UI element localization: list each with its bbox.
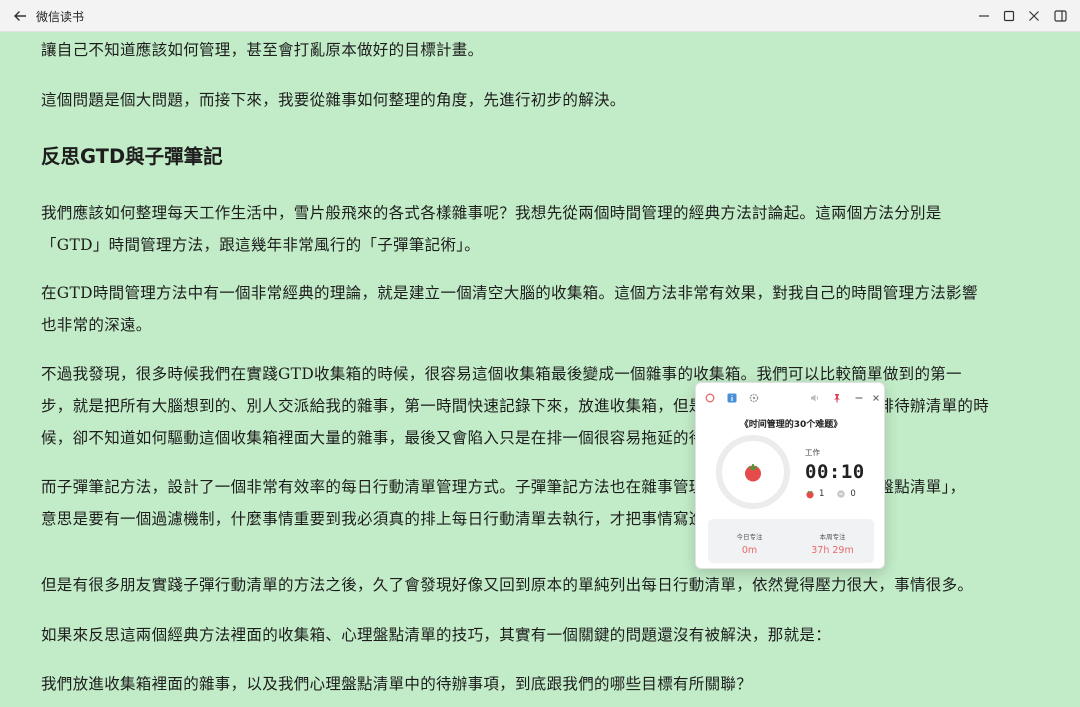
settings-icon[interactable] <box>747 391 761 405</box>
sidebar-toggle-icon[interactable] <box>1047 4 1073 28</box>
minimize-icon[interactable] <box>852 391 866 405</box>
pomodoro-counts: 1 0 <box>805 489 856 499</box>
paragraph-line: 候，卻不知道如何驅動這個收集箱裡面大量的雜事，最後又會陷入只是在排一個很容易拖延… <box>41 429 768 447</box>
sound-icon[interactable] <box>808 391 822 405</box>
today-focus-label: 今日专注 <box>736 533 763 541</box>
pomodoro-widget: 《时间管理的30个难题》 工作 00:10 1 0 今日专注 0m 本周专注 3… <box>695 382 885 569</box>
paragraph-line: 讓自己不知道應該如何管理，甚至會打亂原本做好的目標計畫。 <box>41 41 484 59</box>
timer-mode-label: 工作 <box>805 448 820 457</box>
title-bar: 微信读书 <box>0 0 1080 32</box>
today-focus: 今日专注 0m <box>708 519 791 563</box>
paragraph-line: 如果來反思這兩個經典方法裡面的收集箱、心理盤點清單的技巧，其實有一個關鍵的問題還… <box>41 626 832 644</box>
week-focus-label: 本周专注 <box>819 533 846 541</box>
paragraph-line: 在GTD時間管理方法中有一個非常經典的理論，就是建立一個清空大腦的收集箱。這個方… <box>41 284 978 302</box>
record-icon[interactable] <box>703 391 717 405</box>
paragraph-line: 我們放進收集箱裡面的雜事，以及我們心理盤點清單中的待辦事項，到底跟我們的哪些目標… <box>41 675 753 693</box>
paragraph-line: 但是有很多朋友實踐子彈行動清單的方法之後，久了會發現好像又回到原本的單純列出每日… <box>41 576 974 594</box>
focus-stats: 今日专注 0m 本周专注 37h 29m <box>708 519 874 563</box>
tomato-icon <box>806 490 814 499</box>
paragraph-line: 也非常的深遠。 <box>41 316 152 334</box>
info-icon[interactable] <box>725 391 739 405</box>
week-focus: 本周专注 37h 29m <box>791 519 874 563</box>
pin-icon[interactable] <box>830 391 844 405</box>
maximize-icon[interactable] <box>996 4 1022 28</box>
today-focus-value: 0m <box>741 545 758 556</box>
reader-content: 讓自己不知道應該如何管理，甚至會打亂原本做好的目標計畫。 這個問題是個大問題，而… <box>41 32 1046 707</box>
interruption-icon <box>837 490 846 498</box>
paragraph-line: 這個問題是個大問題，而接下來，我要從雜事如何整理的角度，先進行初步的解決。 <box>41 91 626 109</box>
interruption-count: 0 <box>850 489 856 499</box>
close-icon[interactable] <box>1021 4 1047 28</box>
timer-display: 00:10 <box>805 461 865 483</box>
paragraph-line: 意思是要有一個過濾機制，什麼事情重要到我必須真的排上每日行動清單去執行，才把事情… <box>41 510 737 528</box>
task-title: 《时间管理的30个难题》 <box>739 420 843 430</box>
tomato-count: 1 <box>819 489 825 499</box>
app-title: 微信读书 <box>36 10 85 24</box>
tomato-icon <box>745 464 761 482</box>
week-focus-value: 37h 29m <box>811 545 854 556</box>
paragraph-line: 我們應該如何整理每天工作生活中，雪片般飛來的各式各樣雜事呢？我想先從兩個時間管理… <box>41 204 942 222</box>
close-icon[interactable] <box>869 391 883 405</box>
back-arrow-icon[interactable] <box>8 4 32 28</box>
paragraph-line: 「GTD」時間管理方法，跟這幾年非常風行的「子彈筆記術」。 <box>41 236 481 254</box>
section-heading: 反思GTD與子彈筆記 <box>41 145 223 168</box>
timer-ring[interactable] <box>716 435 790 509</box>
minimize-icon[interactable] <box>971 4 997 28</box>
paragraph-line: 不過我發現，很多時候我們在實踐GTD收集箱的時候，很容易這個收集箱最後變成一個雜… <box>41 365 962 383</box>
